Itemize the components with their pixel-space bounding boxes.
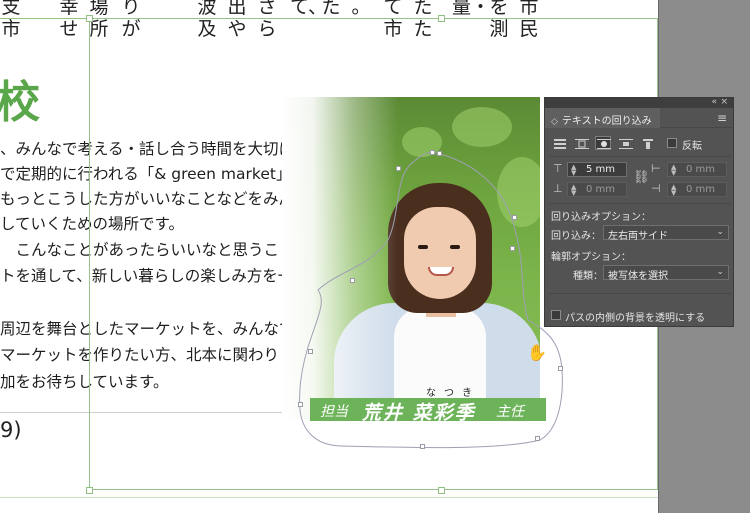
frame-handle[interactable] <box>438 15 445 22</box>
jump-object-button[interactable] <box>617 136 633 150</box>
link-chain-icon[interactable]: ⛓ <box>633 170 650 185</box>
include-inside-edges-label: パスの内側の背景を透明にする <box>565 313 706 324</box>
panel-separator <box>549 156 731 157</box>
jump-next-column-button[interactable] <box>639 136 655 150</box>
chevron-down-icon: ⌄ <box>716 267 724 277</box>
bottom-offset-icon: ⊥ <box>553 182 563 195</box>
guide-line[interactable] <box>0 497 658 498</box>
stepper-icon[interactable]: ▲ ▼ <box>671 184 676 197</box>
stepper-icon[interactable]: ▲ ▼ <box>571 184 576 197</box>
collapse-icon[interactable]: « <box>711 97 717 107</box>
panel-titlebar[interactable]: « × <box>545 97 733 108</box>
invert-label: 反転 <box>682 141 702 152</box>
panel-menu-icon[interactable]: ≡ <box>717 111 727 125</box>
close-panel-icon[interactable]: × <box>720 97 728 107</box>
include-inside-edges-checkbox[interactable] <box>551 310 561 320</box>
tab-text-wrap[interactable]: ◇ テキストの回り込み <box>545 108 660 128</box>
wrap-to-select[interactable]: 左右両サイド ⌄ <box>603 225 729 242</box>
tab-label: テキストの回り込み <box>561 116 652 127</box>
stepper-icon[interactable]: ▲ ▼ <box>671 164 676 177</box>
frame-handle[interactable] <box>86 487 93 494</box>
panel-separator <box>549 203 731 204</box>
stepper-icon[interactable]: ▲ ▼ <box>571 164 576 177</box>
frame-handle[interactable] <box>86 15 93 22</box>
text-wrap-panel[interactable]: « × ◇ テキストの回り込み ≡ 反転 ⊤ ▲ ▼ 5 mm ⊥ ▲ ▼ 0 mm ⛓ … <box>544 97 734 327</box>
panel-tab-row: ◇ テキストの回り込み ≡ <box>545 108 733 128</box>
left-offset-icon: ⊢ <box>651 162 661 175</box>
right-offset-field[interactable]: ▲ ▼ 0 mm <box>667 182 727 197</box>
contour-type-label: 種類： <box>573 271 603 282</box>
wrap-options-header: 回り込みオプション： <box>551 212 651 223</box>
no-wrap-button[interactable] <box>551 136 567 150</box>
contour-type-select[interactable]: 被写体を選択 ⌄ <box>603 265 729 282</box>
bottom-offset-field[interactable]: ▲ ▼ 0 mm <box>567 182 627 197</box>
panel-separator <box>549 293 731 294</box>
wrap-bounding-box-button[interactable] <box>573 136 589 150</box>
top-offset-field[interactable]: ▲ ▼ 5 mm <box>567 162 627 177</box>
frame-handle[interactable] <box>438 487 445 494</box>
contour-options-header: 輪郭オプション： <box>551 252 631 263</box>
chevron-down-icon: ⌄ <box>716 227 724 237</box>
right-offset-icon: ⊣ <box>651 182 661 195</box>
top-offset-icon: ⊤ <box>553 162 563 175</box>
wrap-to-label: 回り込み： <box>551 231 601 242</box>
hand-cursor-icon: ✋ <box>527 343 547 362</box>
tab-icon: ◇ <box>551 117 558 127</box>
left-offset-field[interactable]: ▲ ▼ 0 mm <box>667 162 727 177</box>
invert-checkbox[interactable] <box>667 138 677 148</box>
wrap-object-shape-button[interactable] <box>595 136 611 150</box>
